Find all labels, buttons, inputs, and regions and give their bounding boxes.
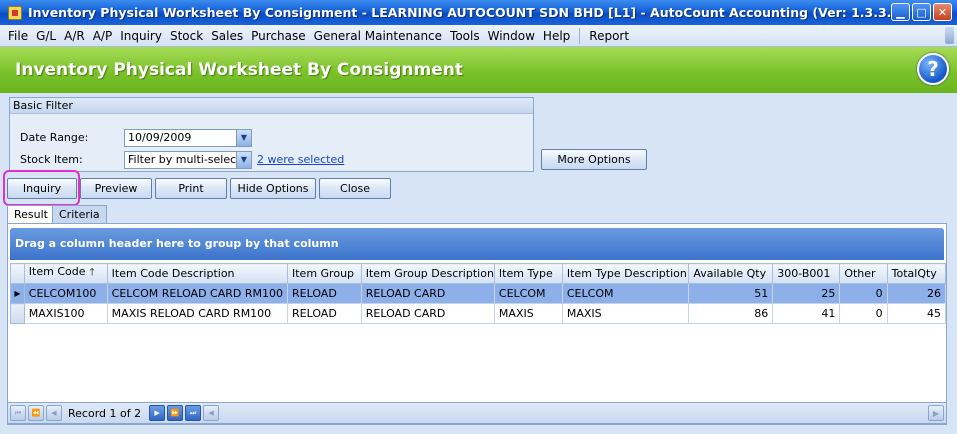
help-icon[interactable]: ? <box>917 53 949 85</box>
row-indicator-header <box>10 263 25 284</box>
column-header-total-qty[interactable]: TotalQty <box>886 263 947 284</box>
stock-item-combo[interactable]: Filter by multi-select ▼ <box>124 151 252 169</box>
menu-ap[interactable]: A/P <box>89 25 117 47</box>
cell-item-group-description[interactable]: RELOAD CARD <box>360 303 495 324</box>
cell-total-qty[interactable]: 45 <box>886 303 947 324</box>
page-title: Inventory Physical Worksheet By Consignm… <box>15 60 463 80</box>
row-indicator <box>10 303 25 324</box>
inquiry-button[interactable]: Inquiry <box>7 178 77 199</box>
cell-available-qty[interactable]: 51 <box>688 283 774 304</box>
next-page-icon[interactable]: ⏩ <box>167 405 184 421</box>
table-header-row: Item Code 🡑 Item Code Description Item Gr… <box>10 263 947 284</box>
column-header-item-code[interactable]: Item Code 🡑 <box>23 263 108 284</box>
content-area: Basic Filter Date Range: 10/09/2009 ▼ St… <box>0 93 957 434</box>
table-row[interactable]: ▶ CELCOM100 CELCOM RELOAD CARD RM100 REL… <box>10 283 947 304</box>
stock-item-label: Stock Item: <box>20 153 83 166</box>
menu-gl[interactable]: G/L <box>32 25 60 47</box>
cell-item-code[interactable]: MAXIS100 <box>23 303 108 324</box>
last-record-icon[interactable]: ⏭ <box>185 405 202 421</box>
close-button[interactable]: Close <box>319 178 391 199</box>
chevron-down-icon[interactable]: ▼ <box>236 130 251 146</box>
cell-item-type[interactable]: MAXIS <box>493 303 563 324</box>
cell-item-type-description[interactable]: CELCOM <box>561 283 690 304</box>
close-window-button[interactable]: ✕ <box>933 3 952 21</box>
date-range-combo[interactable]: 10/09/2009 ▼ <box>124 129 252 147</box>
menu-general-maintenance[interactable]: General Maintenance <box>310 25 446 47</box>
column-header-available-qty[interactable]: Available Qty <box>688 263 774 284</box>
basic-filter-heading: Basic Filter <box>10 98 533 114</box>
menu-report[interactable]: Report <box>585 25 633 47</box>
selected-items-link[interactable]: 2 were selected <box>257 153 344 166</box>
menu-overflow-grip[interactable] <box>945 27 954 44</box>
first-record-icon[interactable]: ⏮ <box>10 405 26 421</box>
app-icon <box>8 5 22 20</box>
window-titlebar: Inventory Physical Worksheet By Consignm… <box>0 0 957 25</box>
more-options-button[interactable]: More Options <box>541 149 647 170</box>
menu-sales[interactable]: Sales <box>207 25 247 47</box>
cell-total-qty[interactable]: 26 <box>886 283 947 304</box>
menu-file[interactable]: File <box>4 25 32 47</box>
date-range-value: 10/09/2009 <box>128 131 192 144</box>
cell-item-code-description[interactable]: CELCOM RELOAD CARD RM100 <box>106 283 289 304</box>
menu-window[interactable]: Window <box>484 25 539 47</box>
tab-result[interactable]: Result <box>7 205 55 223</box>
preview-button[interactable]: Preview <box>80 178 152 199</box>
table-row[interactable]: MAXIS100 MAXIS RELOAD CARD RM100 RELOAD … <box>10 303 947 324</box>
hide-options-button[interactable]: Hide Options <box>230 178 316 199</box>
cell-other[interactable]: 0 <box>839 283 888 304</box>
cell-item-code[interactable]: CELCOM100 <box>23 283 108 304</box>
sort-ascending-icon: 🡑 <box>89 267 95 278</box>
menu-stock[interactable]: Stock <box>166 25 207 47</box>
chevron-down-icon[interactable]: ▼ <box>236 152 251 168</box>
menu-inquiry[interactable]: Inquiry <box>116 25 166 47</box>
cell-item-group[interactable]: RELOAD <box>287 303 362 324</box>
column-header-item-type[interactable]: Item Type <box>493 263 563 284</box>
column-header-item-code-description[interactable]: Item Code Description <box>106 263 289 284</box>
scroll-right-icon[interactable]: ▶ <box>928 405 944 421</box>
cell-item-group-description[interactable]: RELOAD CARD <box>360 283 495 304</box>
window-controls: ▁ □ ✕ <box>891 3 952 21</box>
scroll-left-icon[interactable]: ◀ <box>203 405 220 421</box>
next-record-icon[interactable]: ▶ <box>149 405 166 421</box>
record-position-text: Record 1 of 2 <box>68 406 142 420</box>
column-header-item-group[interactable]: Item Group <box>287 263 362 284</box>
column-header-item-group-description[interactable]: Item Group Description <box>360 263 495 284</box>
menu-help[interactable]: Help <box>539 25 574 47</box>
tab-criteria[interactable]: Criteria <box>52 205 107 223</box>
cell-item-group[interactable]: RELOAD <box>287 283 362 304</box>
record-navigator: ⏮ ⏪ ◀ Record 1 of 2 ▶ ⏩ ⏭ ◀ ▶ <box>7 402 947 424</box>
window-title: Inventory Physical Worksheet By Consignm… <box>28 5 906 20</box>
result-table: Item Code 🡑 Item Code Description Item Gr… <box>10 263 947 324</box>
form-header: Inventory Physical Worksheet By Consignm… <box>0 47 957 93</box>
basic-filter-panel: Basic Filter Date Range: 10/09/2009 ▼ St… <box>9 97 534 172</box>
cell-item-type[interactable]: CELCOM <box>493 283 563 304</box>
menu-purchase[interactable]: Purchase <box>247 25 310 47</box>
maximize-button[interactable]: □ <box>912 3 931 21</box>
column-header-item-type-description[interactable]: Item Type Description <box>561 263 690 284</box>
cell-available-qty[interactable]: 86 <box>688 303 774 324</box>
cell-other[interactable]: 0 <box>839 303 888 324</box>
previous-record-icon[interactable]: ◀ <box>46 405 62 421</box>
date-range-label: Date Range: <box>20 131 89 144</box>
result-grid: Drag a column header here to group by th… <box>7 223 947 425</box>
menu-ar[interactable]: A/R <box>60 25 89 47</box>
menu-separator <box>579 27 581 44</box>
cell-item-type-description[interactable]: MAXIS <box>561 303 690 324</box>
cell-300-b001[interactable]: 41 <box>772 303 841 324</box>
print-button[interactable]: Print <box>155 178 227 199</box>
cell-300-b001[interactable]: 25 <box>772 283 841 304</box>
menu-bar: File G/L A/R A/P Inquiry Stock Sales Pur… <box>0 25 957 47</box>
group-by-panel[interactable]: Drag a column header here to group by th… <box>10 228 944 260</box>
stock-item-value: Filter by multi-select <box>128 153 241 166</box>
minimize-button[interactable]: ▁ <box>891 3 910 21</box>
column-header-300-b001[interactable]: 300-B001 <box>772 263 841 284</box>
cell-item-code-description[interactable]: MAXIS RELOAD CARD RM100 <box>106 303 289 324</box>
column-header-other[interactable]: Other <box>839 263 888 284</box>
row-indicator-arrow-icon: ▶ <box>10 283 25 304</box>
previous-page-icon[interactable]: ⏪ <box>28 405 44 421</box>
menu-tools[interactable]: Tools <box>446 25 484 47</box>
